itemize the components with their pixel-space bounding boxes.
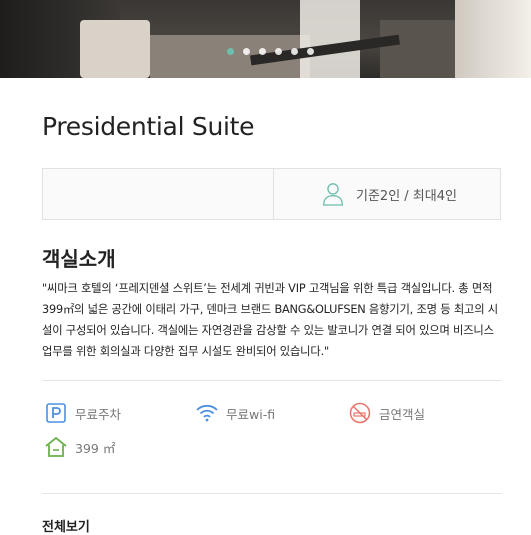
amenity-label: 399 ㎡ (75, 440, 116, 456)
parking-icon (45, 402, 67, 424)
amenity-label: 금연객실 (379, 406, 426, 422)
amenity-label: 무료wi-fi (226, 406, 276, 422)
photo-background (80, 20, 150, 78)
carousel-dot[interactable] (275, 48, 282, 55)
person-icon (322, 183, 344, 206)
amenity-label: 무료주차 (75, 406, 122, 422)
capacity-box: 기준2인 / 최대4인 (42, 168, 501, 220)
amenity-area: 399 ㎡ (45, 436, 115, 458)
intro-description: "씨마크 호텔의 ‘프레지덴셜 스위트’는 전세계 귀빈과 VIP 고객님을 위… (42, 282, 498, 358)
house-icon (45, 436, 67, 458)
photo-background (380, 20, 460, 78)
carousel-dot[interactable] (291, 48, 298, 55)
amenity-nonsmoking: 금연객실 (349, 402, 425, 424)
no-smoking-icon (349, 402, 371, 424)
room-title: Presidential Suite (42, 112, 255, 141)
carousel-indicators (227, 48, 314, 55)
amenity-parking: 무료주차 (45, 402, 121, 424)
carousel-dot[interactable] (259, 48, 266, 55)
wifi-icon (196, 402, 218, 424)
divider (42, 493, 502, 494)
capacity-box-empty-cell (43, 169, 274, 219)
carousel-dot[interactable] (307, 48, 314, 55)
room-photo-carousel[interactable] (0, 0, 531, 78)
divider (42, 380, 502, 381)
capacity-text: 기준2인 / 최대4인 (356, 188, 457, 204)
view-all-link[interactable]: 전체보기 (42, 516, 90, 535)
amenity-wifi: 무료wi-fi (196, 402, 275, 424)
photo-background (300, 0, 360, 78)
intro-heading: 객실소개 (42, 247, 116, 271)
carousel-dot[interactable] (227, 48, 234, 55)
capacity-info: 기준2인 / 최대4인 (274, 169, 500, 219)
photo-background (455, 0, 531, 78)
carousel-dot[interactable] (243, 48, 250, 55)
